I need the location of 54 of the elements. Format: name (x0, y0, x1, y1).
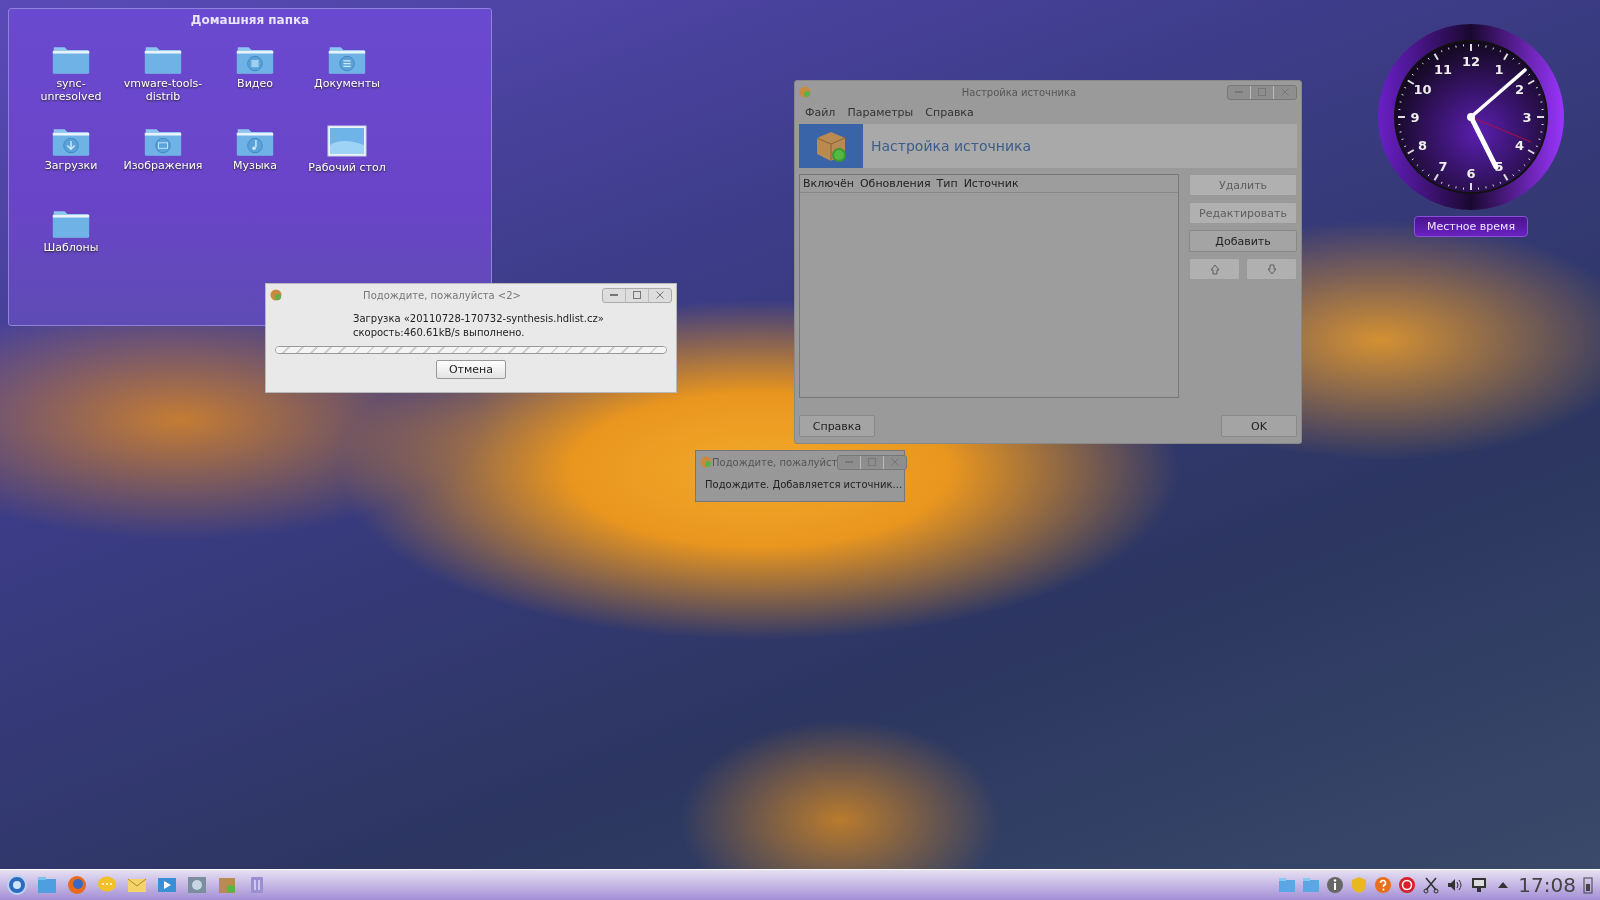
folder-label[interactable]: Изображения (123, 159, 203, 172)
window-title: Подождите, пожалуйста <2> (362, 289, 522, 301)
scissors-icon[interactable] (1422, 876, 1441, 894)
ok-button[interactable]: OK (1221, 415, 1297, 437)
panel-title: Домашняя папка (189, 13, 311, 27)
folder-label[interactable]: Музыка (233, 159, 277, 172)
clock-numeral: 2 (1515, 82, 1524, 97)
header-title: Настройка источника (871, 138, 1032, 154)
folder-label[interactable]: sync-unresolved (29, 77, 113, 103)
info-icon[interactable] (1326, 876, 1345, 894)
down-arrow-icon (1265, 262, 1278, 276)
square-icon (633, 291, 641, 299)
window-title: Настройка источника (960, 86, 1078, 98)
column-header[interactable]: Включён (803, 177, 854, 190)
window-title: Подождите, пожалуйст (712, 456, 838, 468)
column-header[interactable]: Источник (963, 177, 1019, 190)
dash-icon (610, 294, 618, 296)
clock-numeral: 3 (1522, 110, 1532, 125)
clock-numeral: 10 (1413, 82, 1432, 97)
side-button[interactable]: Добавить (1189, 230, 1297, 252)
monitor-icon[interactable] (327, 125, 367, 159)
folder-label[interactable]: Рабочий стол (308, 161, 386, 174)
clock-numeral: 7 (1438, 158, 1448, 174)
clock-time[interactable]: 17:08 (1518, 873, 1576, 897)
app-icon (799, 86, 811, 98)
clock-numeral: 12 (1461, 54, 1481, 69)
message-text: Загрузка «20110728-170732-synthesis.hdlist.cz» (353, 312, 605, 326)
clock-numeral: 11 (1433, 61, 1453, 77)
clock-numeral: 1 (1494, 61, 1504, 77)
folder-label[interactable]: Загрузки (44, 159, 98, 172)
clock-numeral: 4 (1515, 138, 1524, 153)
help-button[interactable]: Справка (799, 415, 875, 437)
clock-numeral: 9 (1410, 110, 1420, 125)
menu-item[interactable]: Параметры (847, 106, 914, 119)
folder-label[interactable]: vmware-tools-distrib (121, 77, 205, 103)
app-icon (700, 456, 712, 468)
folder-label[interactable]: Документы (314, 77, 380, 90)
message-text: скорость:460.61kB/s выполнено. (353, 326, 526, 340)
help-icon[interactable] (1374, 876, 1393, 894)
column-header[interactable]: Обновления (859, 177, 931, 190)
menu-item[interactable]: Файл (805, 106, 836, 119)
clock-numeral: 8 (1418, 138, 1427, 153)
cancel-button[interactable]: Отмена (435, 360, 507, 379)
menu-item[interactable]: Справка (925, 106, 974, 119)
clock-numeral: 6 (1466, 166, 1476, 181)
message-text: Подождите. Добавляется источник... (704, 478, 904, 492)
up-arrow-icon (1208, 262, 1221, 276)
folder-label[interactable]: Видео (237, 77, 273, 90)
battery-icon[interactable] (1582, 876, 1594, 894)
folder-label[interactable]: Шаблоны (43, 241, 99, 254)
column-header[interactable]: Тип (936, 177, 958, 190)
clock-label: Местное время (1413, 216, 1529, 237)
close-icon (656, 291, 664, 299)
app-icon (270, 289, 282, 301)
